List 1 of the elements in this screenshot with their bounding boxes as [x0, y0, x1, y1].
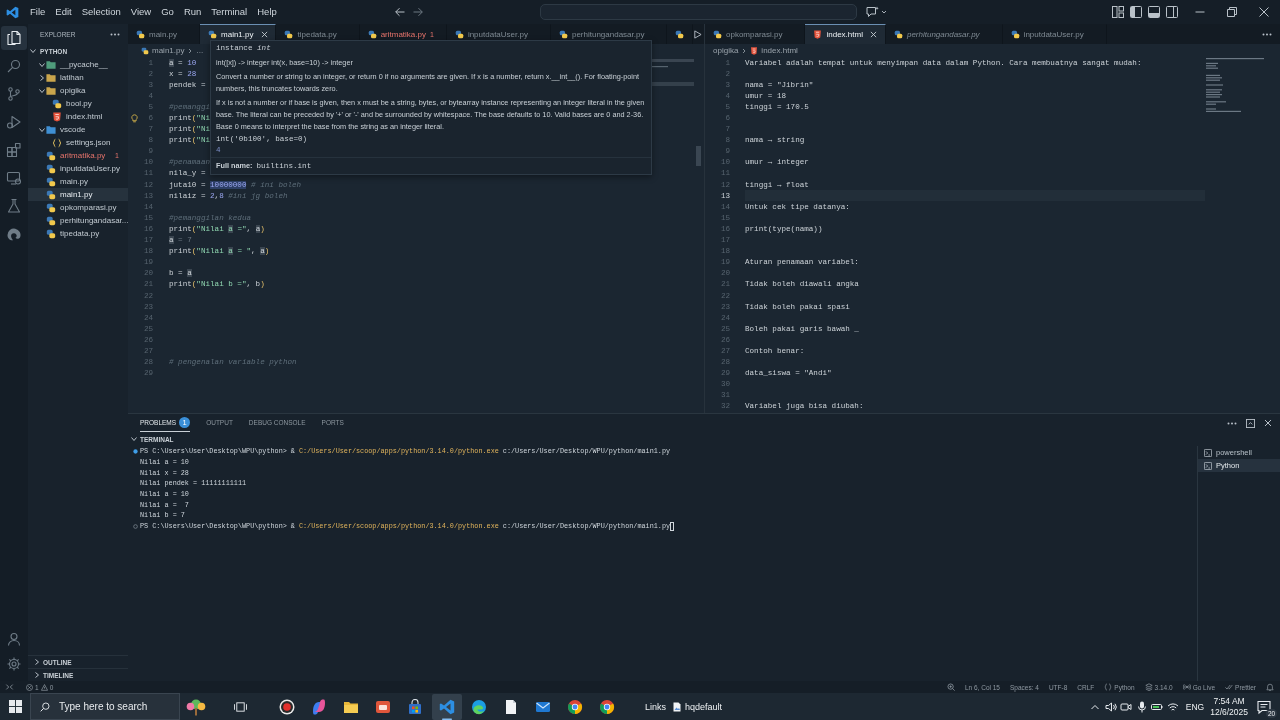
toolbar-label: Links	[645, 701, 666, 712]
